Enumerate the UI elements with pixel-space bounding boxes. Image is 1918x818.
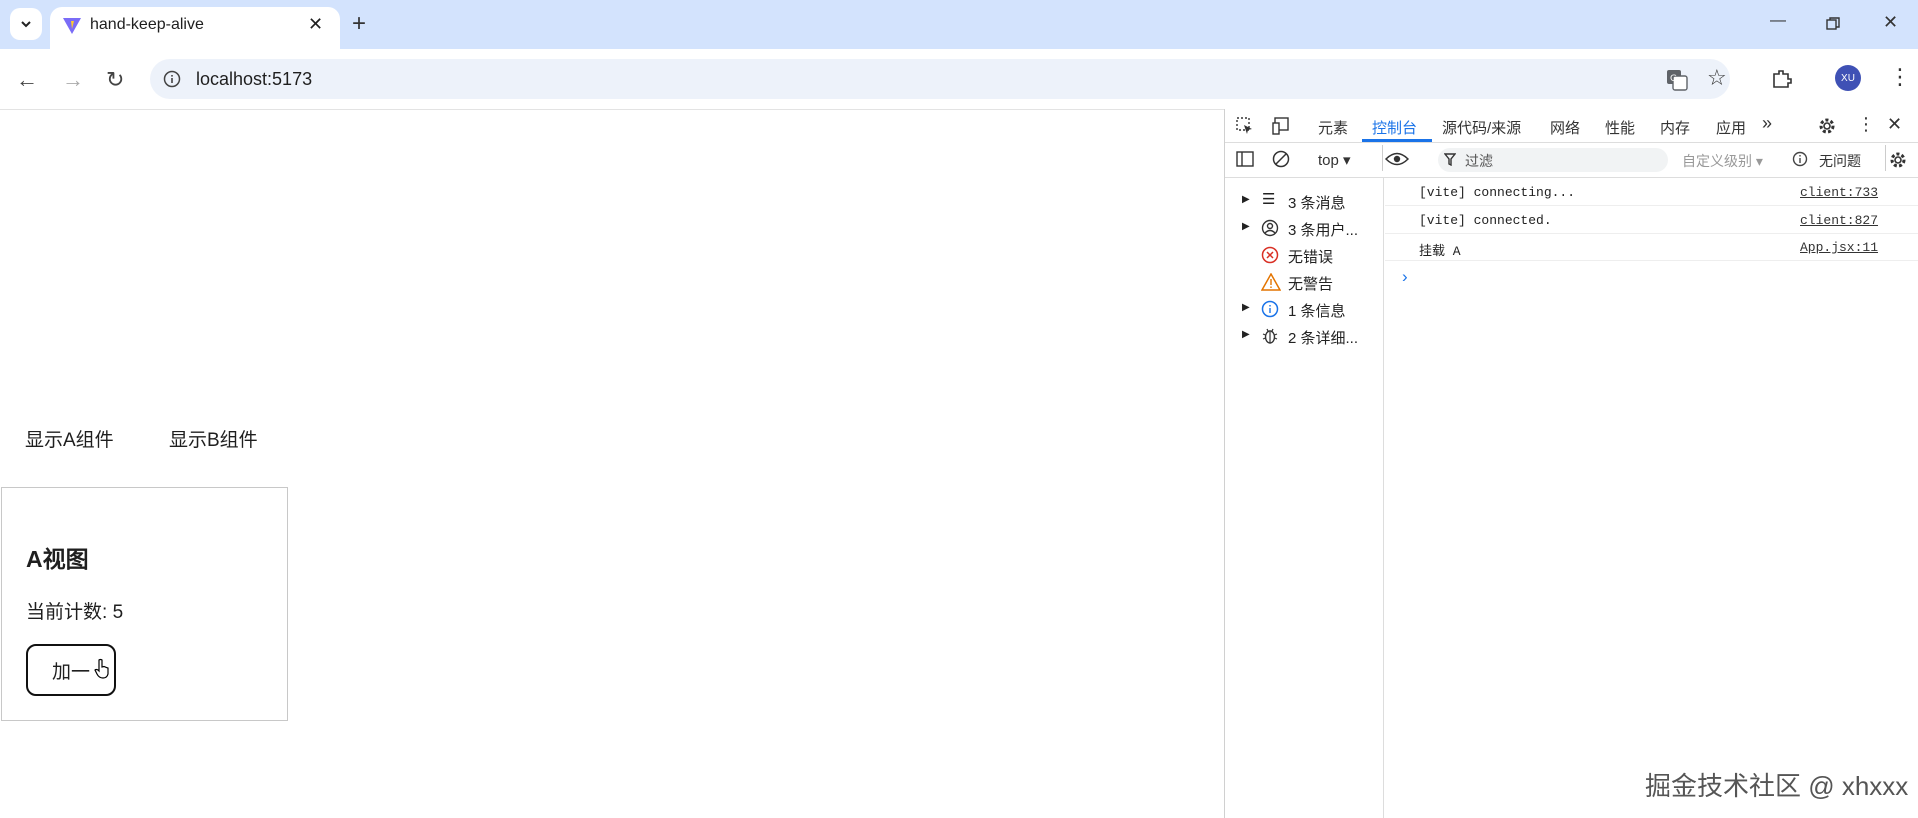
sidebar-label: 无警告 — [1288, 276, 1334, 293]
more-tabs-icon[interactable]: » — [1762, 113, 1772, 134]
extensions-icon[interactable] — [1771, 68, 1793, 90]
log-message: [vite] connecting... — [1419, 185, 1576, 200]
warning-icon — [1261, 273, 1281, 291]
live-expression-eye-icon[interactable] — [1385, 151, 1409, 167]
info-icon — [1261, 300, 1279, 318]
tab-sources[interactable]: 源代码/来源 — [1442, 117, 1521, 138]
tab-memory[interactable]: 内存 — [1660, 117, 1690, 138]
log-message: 挂载 A — [1419, 244, 1461, 259]
close-tab-icon[interactable]: ✕ — [308, 14, 323, 35]
user-icon — [1261, 219, 1279, 237]
devtools-menu-icon[interactable]: ⋮ — [1857, 114, 1875, 135]
expand-arrow-icon[interactable]: ▶ — [1242, 221, 1250, 232]
watermark: 掘金技术社区 @ xhxxx — [1645, 771, 1909, 801]
menu-icon[interactable]: ⋮ — [1889, 64, 1911, 90]
minimize-icon[interactable]: — — [1770, 12, 1786, 30]
expand-arrow-icon[interactable]: ▶ — [1242, 329, 1250, 340]
tab-title: hand-keep-alive — [90, 16, 204, 33]
chevron-down-icon — [21, 21, 31, 28]
svg-text:G: G — [1670, 74, 1677, 84]
console-settings-icon[interactable] — [1888, 150, 1908, 170]
context-value: top — [1318, 152, 1339, 169]
tab-network[interactable]: 网络 — [1550, 117, 1580, 138]
log-separator — [1385, 205, 1918, 206]
error-icon — [1261, 246, 1279, 264]
address-bar[interactable] — [150, 59, 1730, 99]
log-level-select[interactable]: 自定义级别 ▾ — [1682, 151, 1763, 171]
show-b-button[interactable]: 显示B组件 — [169, 425, 258, 452]
restore-icon[interactable] — [1826, 17, 1840, 31]
hand-cursor-icon — [94, 658, 109, 679]
divider — [1885, 145, 1886, 171]
expand-arrow-icon[interactable]: ▶ — [1242, 302, 1250, 313]
bookmark-star-icon[interactable]: ☆ — [1707, 65, 1727, 91]
tab-performance[interactable]: 性能 — [1605, 117, 1635, 138]
log-level-label: 自定义级别 — [1682, 153, 1752, 169]
sidebar-label: 1 条信息 — [1288, 303, 1346, 320]
forward-icon[interactable]: → — [62, 67, 84, 93]
count-label: 当前计数: — [26, 602, 108, 623]
context-selector[interactable]: top ▾ — [1318, 151, 1351, 169]
window-close-icon[interactable]: ✕ — [1883, 12, 1898, 33]
log-source-link[interactable]: App.jsx:11 — [1800, 240, 1878, 255]
log-separator — [1385, 233, 1918, 234]
back-icon[interactable]: ← — [16, 67, 38, 93]
tab-console[interactable]: 控制台 — [1372, 117, 1417, 138]
inspect-element-icon[interactable] — [1236, 117, 1254, 135]
log-source-link[interactable]: client:827 — [1800, 213, 1878, 228]
tab-application[interactable]: 应用 — [1716, 117, 1746, 138]
device-toolbar-icon[interactable] — [1272, 117, 1292, 135]
sidebar-label: 3 条消息 — [1288, 195, 1346, 212]
filter-placeholder: 过滤 — [1465, 153, 1493, 169]
log-source-link[interactable]: client:733 — [1800, 185, 1878, 200]
clear-console-icon[interactable] — [1272, 150, 1290, 168]
translate-icon[interactable]: G — [1666, 69, 1688, 91]
add-one-label: 加一 — [51, 661, 90, 683]
new-tab-icon[interactable]: + — [352, 10, 366, 38]
sidebar-label: 2 条详细... — [1288, 330, 1359, 347]
sidebar-label: 无错误 — [1288, 249, 1334, 266]
card-title: A视图 — [26, 546, 89, 572]
profile-avatar[interactable]: XU — [1835, 65, 1861, 91]
sidebar-toggle-icon[interactable] — [1236, 151, 1254, 167]
vite-favicon-icon — [63, 18, 81, 34]
count-line: 当前计数: 5 — [26, 597, 123, 624]
log-message: [vite] connected. — [1419, 213, 1552, 228]
filter-funnel-icon — [1444, 153, 1456, 166]
settings-gear-icon[interactable] — [1817, 116, 1837, 136]
issues-info-icon — [1792, 151, 1808, 167]
list-icon: ☰ — [1262, 191, 1276, 208]
tab-search-button[interactable] — [10, 8, 42, 40]
active-tab-indicator — [1362, 139, 1432, 142]
sidebar-label: 3 条用户... — [1288, 222, 1359, 239]
tab-elements[interactable]: 元素 — [1318, 117, 1348, 138]
close-devtools-icon[interactable]: ✕ — [1887, 114, 1902, 135]
count-value: 5 — [112, 602, 124, 623]
bug-icon — [1262, 328, 1278, 344]
expand-arrow-icon[interactable]: ▶ — [1242, 194, 1250, 205]
console-prompt-icon[interactable]: › — [1402, 267, 1408, 287]
reload-icon[interactable]: ↻ — [106, 67, 124, 93]
show-a-button[interactable]: 显示A组件 — [25, 425, 114, 452]
divider — [1382, 145, 1383, 171]
issues-count[interactable]: 无问题 — [1819, 151, 1861, 171]
log-separator — [1385, 260, 1918, 261]
site-info-icon[interactable] — [163, 70, 181, 88]
url-text[interactable]: localhost:5173 — [196, 69, 312, 90]
